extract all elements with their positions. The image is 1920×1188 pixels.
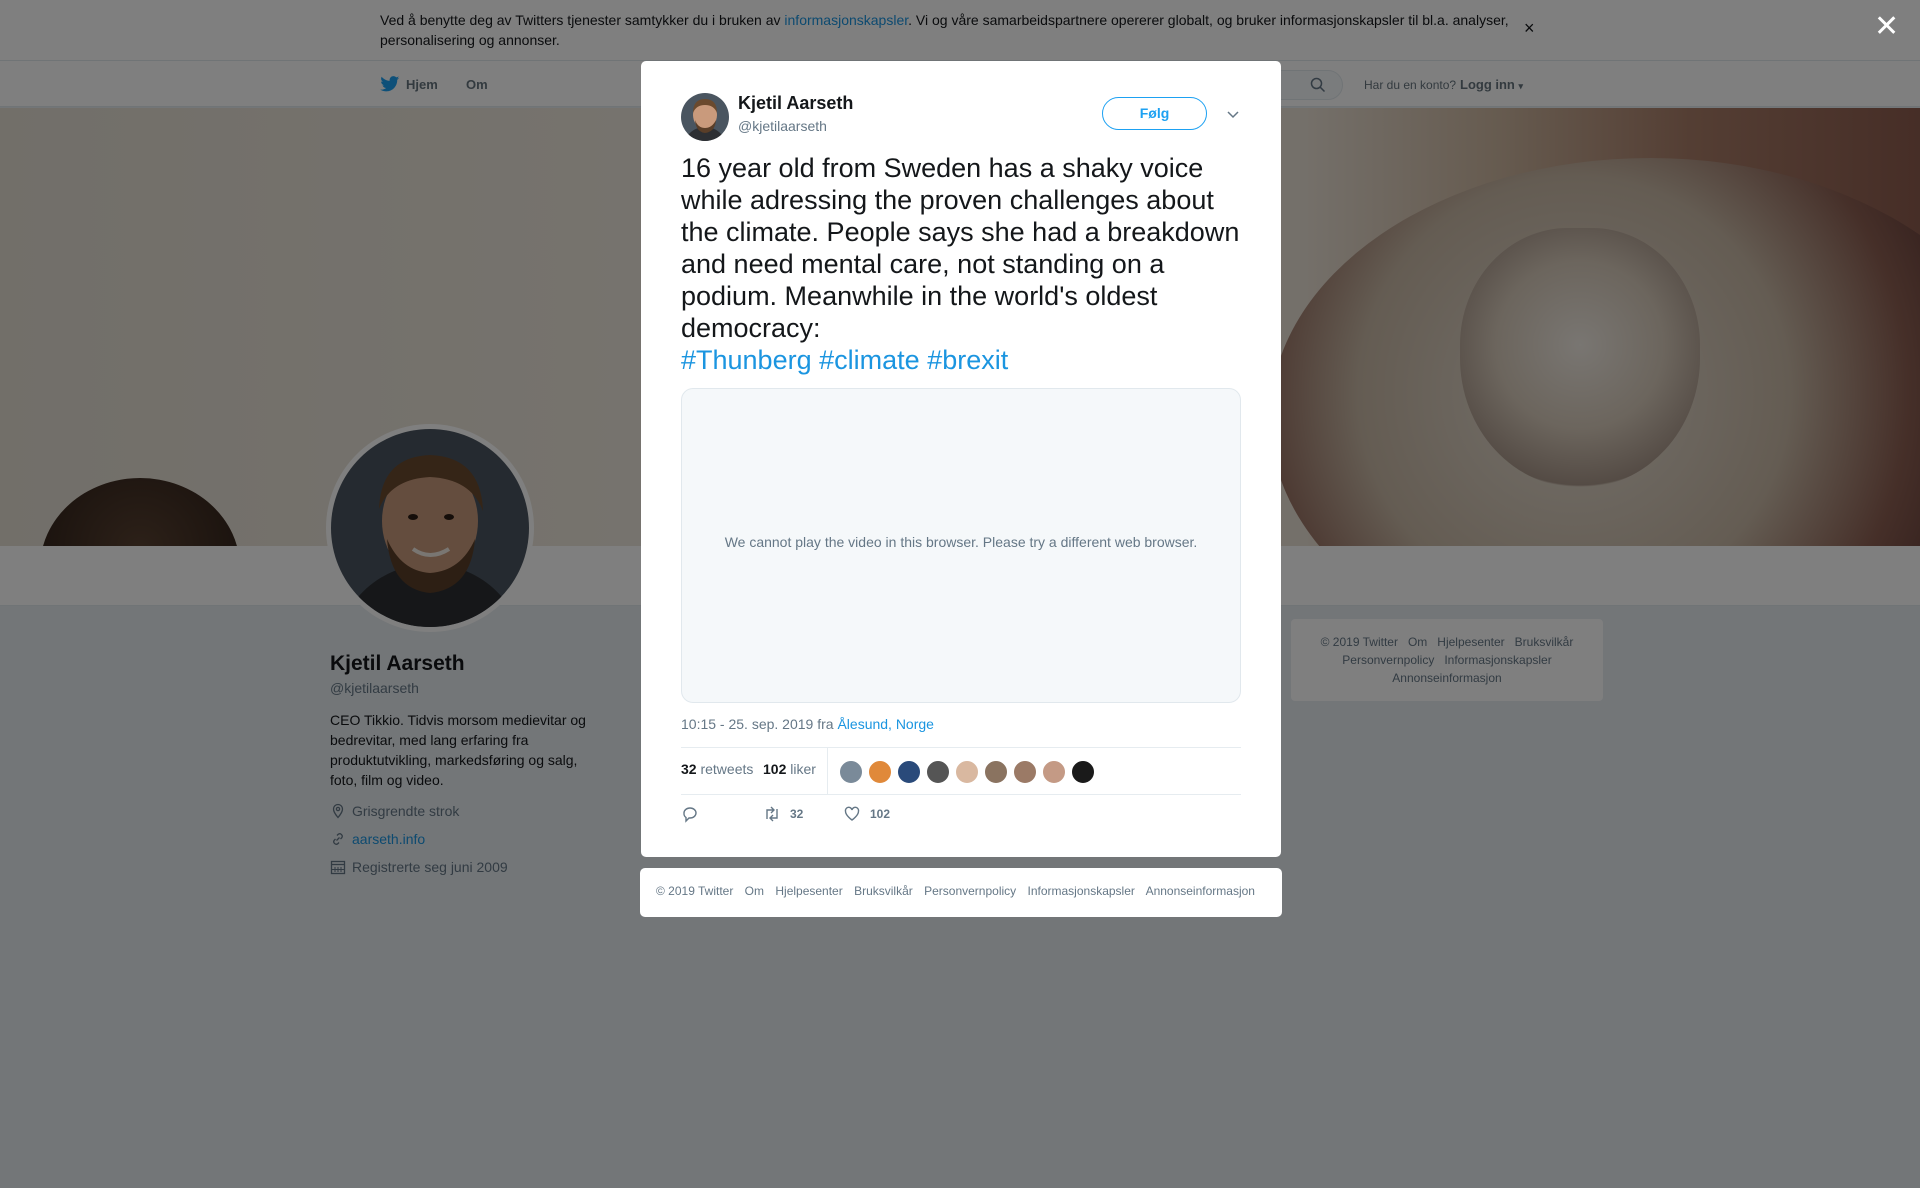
reply-button[interactable]: [681, 805, 708, 823]
footer-link-about[interactable]: Om: [745, 884, 764, 898]
close-icon[interactable]: ✕: [1874, 12, 1899, 42]
tweet-author-handle[interactable]: @kjetilaarseth: [738, 118, 827, 134]
video-error-message: We cannot play the video in this browser…: [724, 534, 1198, 550]
tweet-modal: Kjetil Aarseth @kjetilaarseth Følg 16 ye…: [641, 61, 1281, 857]
footer-link-terms[interactable]: Bruksvilkår: [854, 884, 913, 898]
tweet-author-avatar[interactable]: [681, 93, 729, 141]
footer-link-privacy[interactable]: Personvernpolicy: [924, 884, 1016, 898]
retweet-button[interactable]: 32: [763, 805, 803, 823]
liker-avatar[interactable]: [1071, 760, 1095, 784]
hashtag-link[interactable]: #climate: [819, 345, 920, 375]
liker-avatar[interactable]: [1042, 760, 1066, 784]
retweet-icon: [766, 806, 778, 822]
tweet-text: 16 year old from Sweden has a shaky voic…: [681, 153, 1240, 375]
like-button[interactable]: 102: [843, 805, 890, 823]
likes-stat[interactable]: 102 liker: [763, 761, 816, 777]
hashtag-link[interactable]: #brexit: [927, 345, 1008, 375]
footer-copyright: © 2019 Twitter: [656, 884, 734, 898]
heart-icon: [844, 806, 860, 821]
footer-link-help[interactable]: Hjelpesenter: [775, 884, 842, 898]
footer-link-cookies[interactable]: Informasjonskapsler: [1028, 884, 1135, 898]
chevron-down-icon[interactable]: [1226, 107, 1240, 121]
video-player[interactable]: We cannot play the video in this browser…: [681, 388, 1241, 703]
liker-avatar[interactable]: [955, 760, 979, 784]
tweet-author-name[interactable]: Kjetil Aarseth: [738, 93, 853, 114]
follow-button[interactable]: Følg: [1102, 97, 1207, 130]
tweet-timestamp: 10:15 - 25. sep. 2019 fra Ålesund, Norge: [681, 716, 934, 732]
liker-avatar[interactable]: [897, 760, 921, 784]
liker-avatar[interactable]: [1013, 760, 1037, 784]
retweets-stat[interactable]: 32 retweets: [681, 761, 753, 777]
liker-avatar[interactable]: [839, 760, 863, 784]
liker-avatar[interactable]: [868, 760, 892, 784]
tweet-location-link[interactable]: Ålesund, Norge: [837, 716, 934, 732]
liker-avatar[interactable]: [984, 760, 1008, 784]
footer-link-ads[interactable]: Annonseinformasjon: [1146, 884, 1255, 898]
likers-avatars: [839, 760, 1100, 784]
liker-avatar[interactable]: [926, 760, 950, 784]
hashtag-link[interactable]: #Thunberg: [681, 345, 812, 375]
modal-footer: © 2019 Twitter Om Hjelpesenter Bruksvilk…: [640, 868, 1282, 917]
reply-icon: [683, 807, 697, 823]
